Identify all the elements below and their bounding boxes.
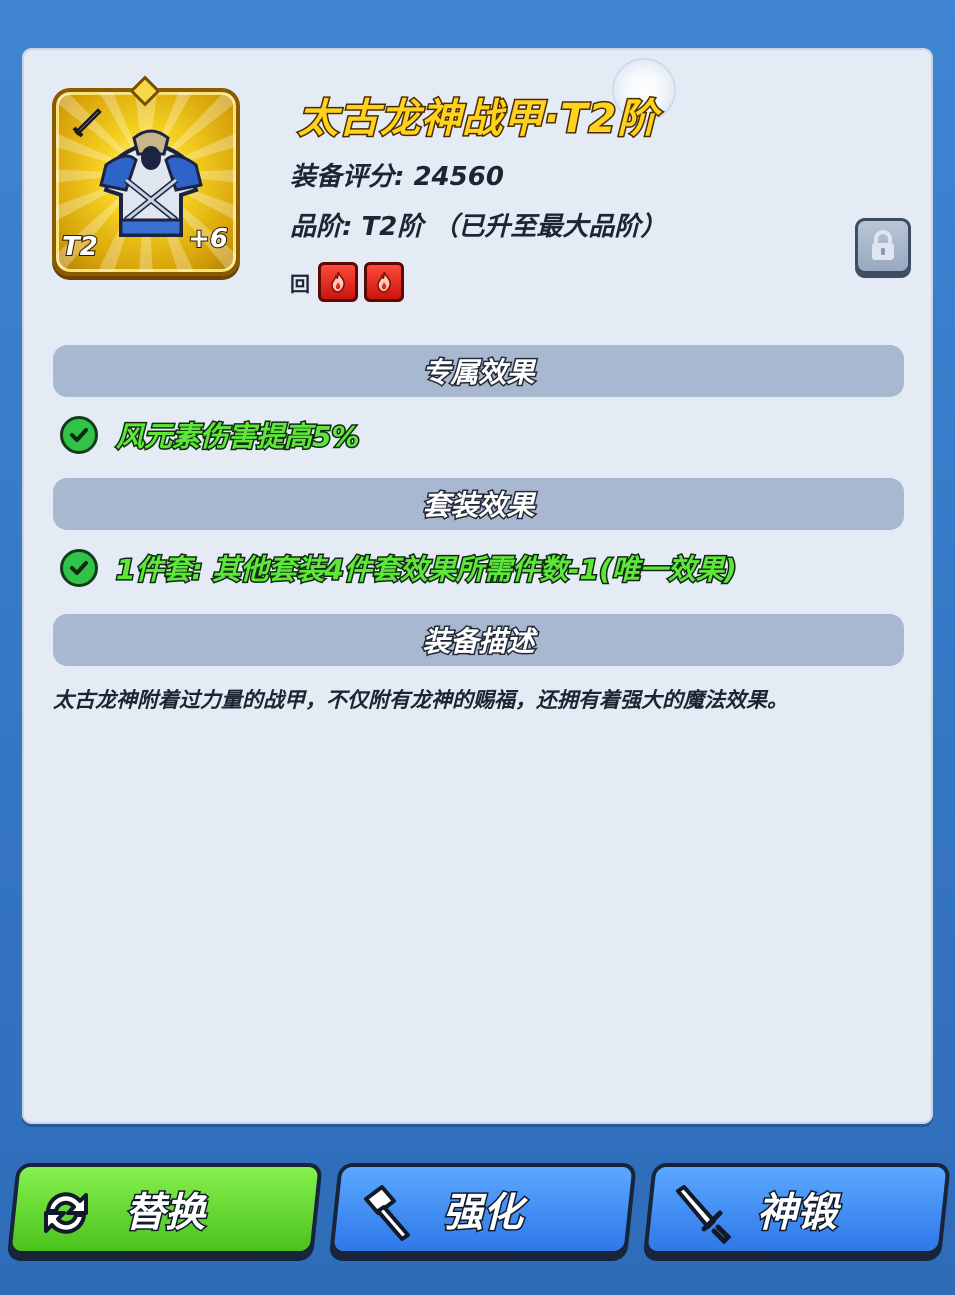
section-title: 专属效果 [421, 355, 536, 391]
flame-icon [377, 271, 391, 293]
fire-gem-icon[interactable] [364, 262, 404, 302]
equipment-grade: 品阶: T2阶 （已升至最大品阶） [290, 212, 667, 242]
equipment-description: 太古龙神附着过力量的战甲，不仅附有龙神的赐福，还拥有着强大的魔法效果。 [53, 688, 788, 712]
section-header-exclusive: 专属效果 [53, 345, 904, 397]
exclusive-effect-row: 风元素伤害提高5% [60, 415, 362, 455]
enhance-level-badge: +6 [187, 223, 229, 255]
section-title: 套装效果 [421, 488, 536, 524]
forge-button-label: 神锻 [756, 1189, 839, 1238]
lock-button[interactable] [855, 218, 911, 274]
item-title: 太古龙神战甲·T2阶 [296, 95, 659, 144]
check-icon [60, 549, 98, 587]
set-effect-text: 1件套: 其他套装4件套效果所需件数-1(唯一效果) [115, 552, 739, 588]
enhance-button-label: 强化 [442, 1189, 525, 1238]
section-header-set: 套装效果 [53, 478, 904, 530]
gem-prefix-label: 回 [290, 271, 310, 296]
lock-icon [872, 230, 894, 260]
tier-badge: T2 [61, 231, 99, 263]
replace-button[interactable]: 替换 [7, 1163, 323, 1255]
enhance-button[interactable]: 强化 [329, 1163, 637, 1255]
fire-gem-icon[interactable] [318, 262, 358, 302]
equipment-score: 装备评分: 24560 [290, 162, 504, 192]
gem-slots: 回 [290, 262, 404, 302]
flame-icon [331, 271, 345, 293]
section-title: 装备描述 [421, 624, 536, 660]
check-icon [60, 416, 98, 454]
exclusive-effect-text: 风元素伤害提高5% [115, 419, 362, 455]
forge-button[interactable]: 神锻 [643, 1163, 951, 1255]
equipment-icon[interactable]: T2 +6 [52, 88, 240, 276]
replace-button-label: 替换 [124, 1189, 207, 1238]
set-effect-row: 1件套: 其他套装4件套效果所需件数-1(唯一效果) [60, 548, 739, 588]
section-header-description: 装备描述 [53, 614, 904, 666]
